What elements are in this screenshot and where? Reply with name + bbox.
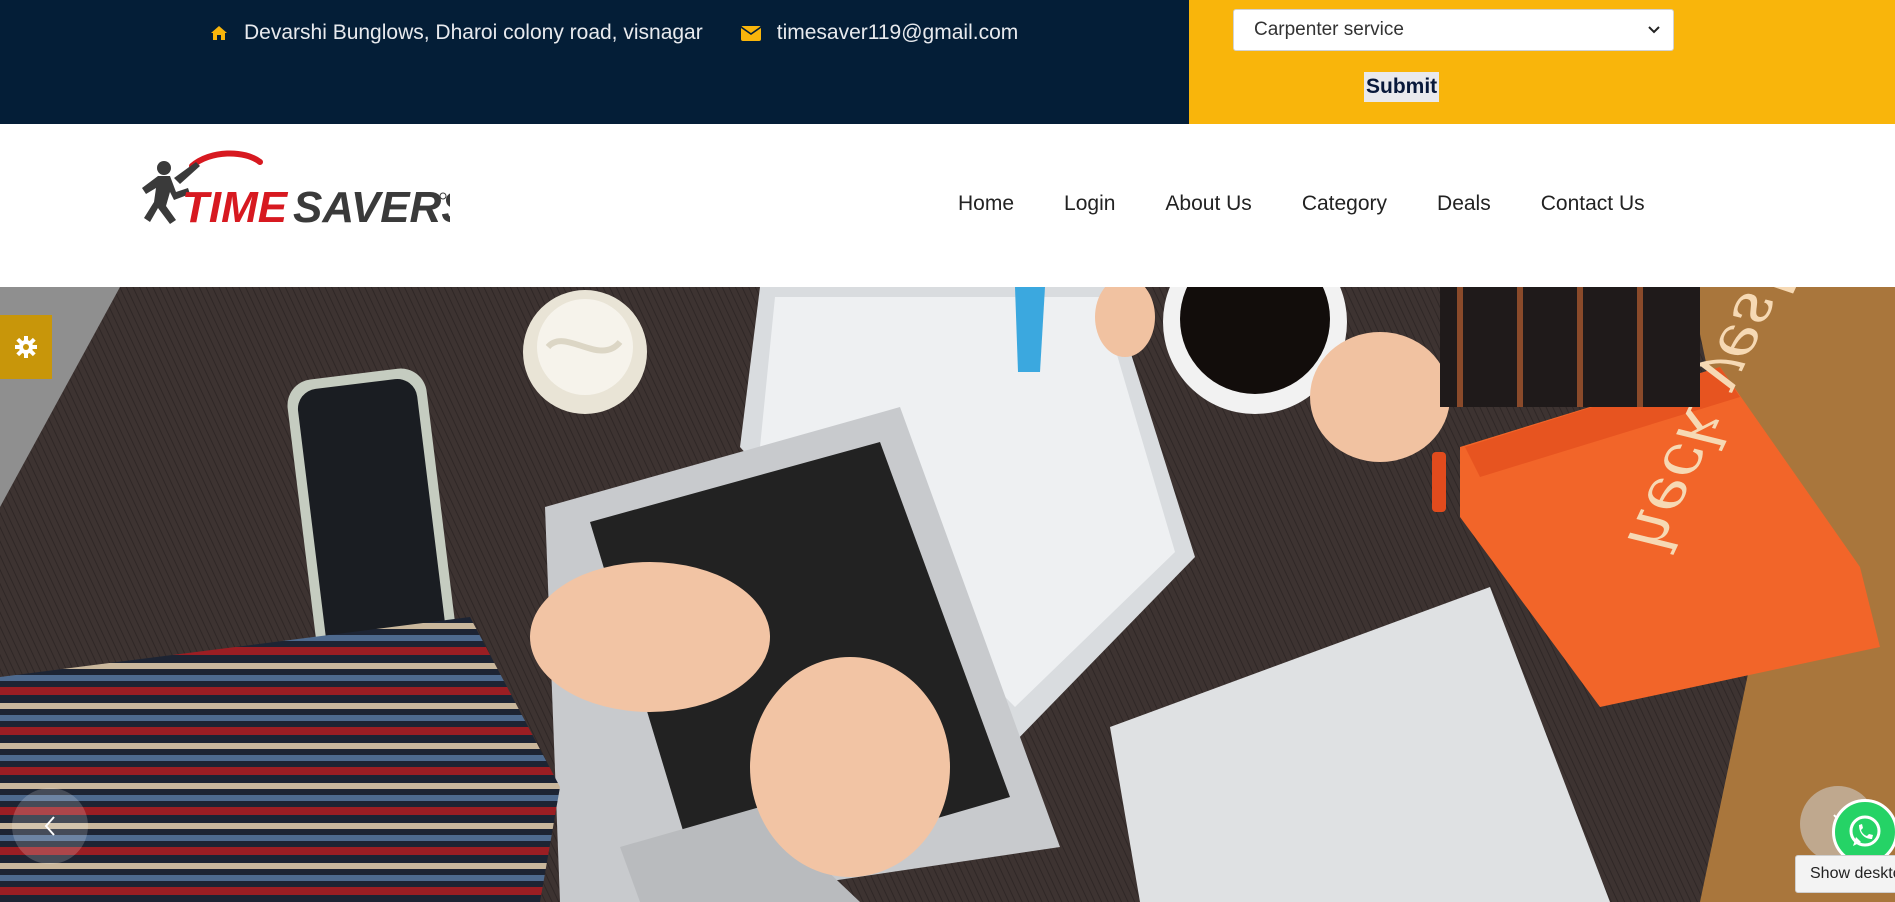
chevron-down-icon	[1648, 26, 1660, 34]
nav-item-about-us[interactable]: About Us	[1165, 192, 1251, 216]
page: Devarshi Bunglows, Dharoi colony road, v…	[0, 0, 1895, 902]
service-form-panel: Carpenter service Submit	[1189, 0, 1895, 124]
home-icon	[211, 26, 227, 40]
gear-icon	[15, 336, 37, 358]
contact-row: Devarshi Bunglows, Dharoi colony road, v…	[210, 18, 1056, 48]
slider-prev-button[interactable]	[12, 788, 88, 864]
email-link[interactable]: timesaver119@gmail.com	[777, 21, 1019, 45]
nav-item-login[interactable]: Login	[1064, 192, 1115, 216]
nav-item-contact-us[interactable]: Contact Us	[1541, 192, 1645, 216]
submit-button[interactable]: Submit	[1364, 72, 1440, 102]
address-text: Devarshi Bunglows, Dharoi colony road, v…	[244, 21, 703, 44]
nav-item-deals[interactable]: Deals	[1437, 192, 1491, 216]
service-select[interactable]: Carpenter service	[1233, 9, 1674, 51]
nav-item-category[interactable]: Category	[1302, 192, 1387, 216]
logo-text-times: TIME	[182, 183, 289, 232]
envelope-icon	[740, 25, 761, 41]
main-nav: Home Login About Us Category Deals Conta…	[958, 192, 1645, 216]
whatsapp-icon	[1849, 815, 1881, 847]
logo-graphic: TIME SAVERS	[142, 150, 471, 232]
top-bar: Devarshi Bunglows, Dharoi colony road, v…	[0, 0, 1895, 124]
hero-image: heck yes!	[0, 287, 1895, 902]
logo[interactable]: TIME SAVERS	[140, 148, 471, 234]
nav-item-home[interactable]: Home	[958, 192, 1014, 216]
show-desktop-tooltip: Show desktop	[1795, 855, 1895, 893]
address-item: Devarshi Bunglows, Dharoi colony road, v…	[210, 21, 703, 45]
logo-text-savers: SAVERS	[293, 183, 450, 232]
email-item[interactable]: timesaver119@gmail.com	[740, 21, 1019, 45]
hero-slider: heck yes!	[0, 287, 1895, 902]
chevron-left-icon	[44, 816, 55, 836]
settings-tab[interactable]	[0, 315, 52, 379]
service-select-value: Carpenter service	[1254, 19, 1404, 40]
site-header: TIME SAVERS Home Login About Us Category…	[0, 124, 1895, 287]
